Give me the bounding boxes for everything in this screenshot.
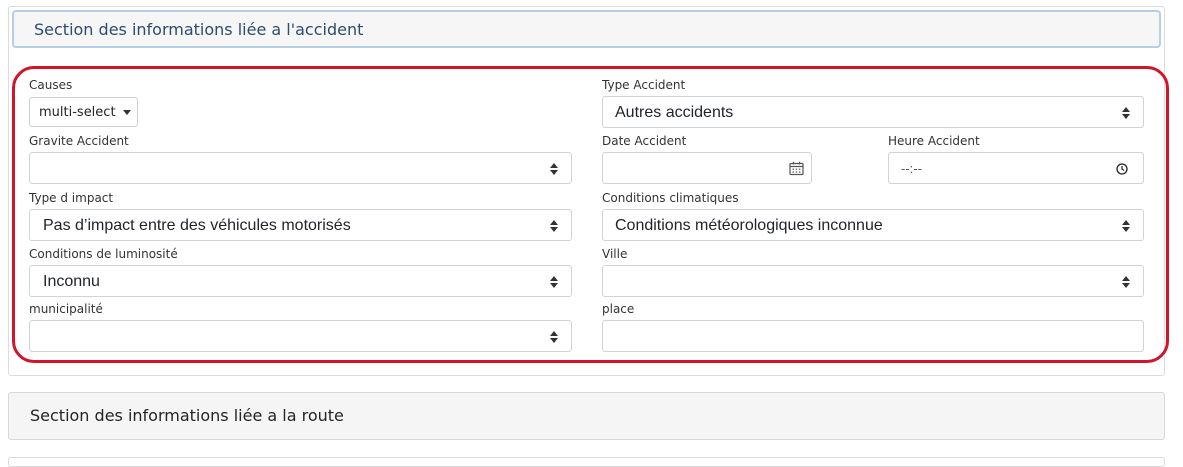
date-label: Date Accident [602,134,687,148]
luminosite-value: Inconnu [43,273,100,290]
select-arrows-icon [550,275,558,289]
place-input[interactable] [602,320,1144,352]
gravite-select[interactable] [29,152,572,184]
municipalite-select[interactable] [29,320,572,352]
causes-label: Causes [29,78,73,92]
date-input[interactable] [602,152,812,184]
place-label: place [602,302,635,316]
select-arrows-icon [550,219,558,233]
causes-multiselect[interactable]: multi-select [29,97,138,127]
conditions-climatiques-label: Conditions climatiques [602,191,739,205]
select-arrows-icon [1122,275,1130,289]
conditions-climatiques-select[interactable]: Conditions météorologiques inconnue [602,209,1144,241]
select-arrows-icon [550,162,558,176]
luminosite-label: Conditions de luminosité [29,247,178,261]
heure-label: Heure Accident [888,134,980,148]
accident-section-header[interactable]: Section des informations liée a l'accide… [12,10,1161,48]
causes-multiselect-value: multi-select [39,105,116,120]
type-accident-label: Type Accident [602,78,686,92]
select-arrows-icon [1122,219,1130,233]
type-accident-select[interactable]: Autres accidents [602,96,1144,128]
type-impact-label: Type d impact [29,191,114,205]
ville-select[interactable] [602,265,1144,297]
next-section-card [8,457,1165,467]
route-section-header[interactable]: Section des informations liée a la route [8,392,1165,440]
select-arrows-icon [1122,106,1130,120]
select-arrows-icon [550,330,558,344]
heure-input[interactable]: --:-- [888,152,1144,184]
type-accident-value: Autres accidents [615,104,734,121]
ville-label: Ville [602,247,628,261]
caret-down-icon [123,110,131,115]
luminosite-select[interactable]: Inconnu [29,265,572,297]
calendar-icon[interactable] [789,161,804,176]
clock-icon[interactable] [1116,163,1128,175]
conditions-climatiques-value: Conditions météorologiques inconnue [615,217,883,234]
gravite-label: Gravite Accident [29,134,129,148]
municipalite-label: municipalité [29,302,103,316]
type-impact-select[interactable]: Pas d’impact entre des véhicules motoris… [29,209,572,241]
type-impact-value: Pas d’impact entre des véhicules motoris… [43,217,351,234]
route-section-title: Section des informations liée a la route [30,406,344,425]
heure-value: --:-- [901,161,922,176]
accident-section-title: Section des informations liée a l'accide… [34,20,364,39]
